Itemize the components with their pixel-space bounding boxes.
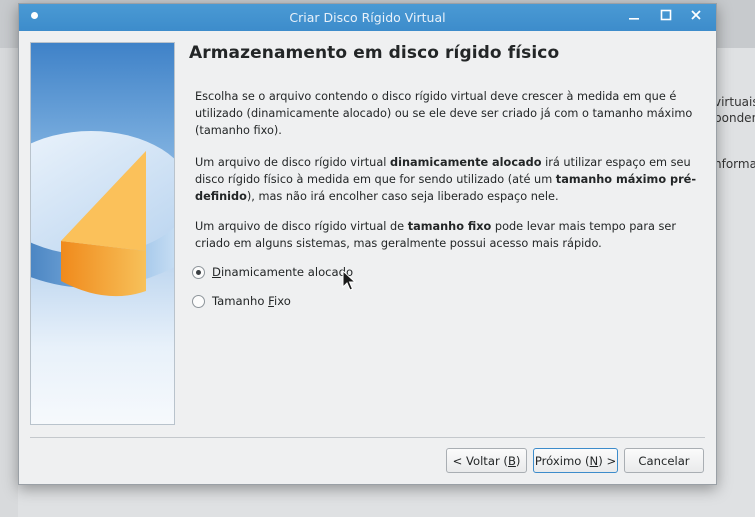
- create-virtual-disk-dialog: Criar Disco Rígido Virtual Armazenamento…: [18, 3, 717, 485]
- back-button[interactable]: < Voltar (B): [446, 448, 527, 473]
- disk-pie-icon: [31, 131, 174, 297]
- description-paragraph-1: Escolha se o arquivo contendo o disco rí…: [195, 90, 693, 137]
- paragraph-2-text: ), mas não irá encolher caso seja libera…: [246, 190, 559, 203]
- radio-fixed-size[interactable]: Tamanho Fixo: [192, 294, 291, 308]
- cancel-button[interactable]: Cancelar: [624, 448, 704, 473]
- description-paragraph-2: Um arquivo de disco rígido virtual dinam…: [195, 154, 700, 205]
- paragraph-3-text: Um arquivo de disco rígido virtual de: [195, 220, 408, 233]
- paragraph-2-bold: dinamicamente alocado: [390, 156, 542, 169]
- paragraph-2-text: Um arquivo de disco rígido virtual: [195, 156, 390, 169]
- background-text-2: pondent: [714, 111, 755, 125]
- paragraph-3-bold: tamanho fixo: [407, 220, 492, 233]
- background-sidebar: [0, 48, 18, 517]
- wizard-side-image: [30, 42, 175, 425]
- background-text-1: virtuais: [714, 95, 755, 109]
- page-title: Armazenamento em disco rígido físico: [189, 43, 560, 63]
- radio-label-dynamic: Dinamicamente alocado: [212, 265, 354, 279]
- footer-separator: [30, 437, 705, 438]
- radio-label-fixed: Tamanho Fixo: [212, 294, 291, 308]
- maximize-icon[interactable]: [655, 7, 677, 27]
- background-text-3: nforma: [714, 157, 755, 171]
- radio-button-dynamic[interactable]: [192, 265, 205, 279]
- next-button[interactable]: Próximo (N) >: [533, 448, 618, 473]
- description-paragraph-3: Um arquivo de disco rígido virtual de ta…: [195, 218, 700, 252]
- radio-dynamically-allocated[interactable]: Dinamicamente alocado: [192, 265, 353, 279]
- radio-button-fixed[interactable]: [192, 294, 205, 308]
- close-icon[interactable]: [685, 7, 707, 27]
- dialog-titlebar[interactable]: Criar Disco Rígido Virtual: [19, 4, 716, 31]
- mouse-cursor-icon: [342, 270, 356, 291]
- dialog-title: Criar Disco Rígido Virtual: [289, 10, 446, 25]
- minimize-icon[interactable]: [623, 7, 645, 27]
